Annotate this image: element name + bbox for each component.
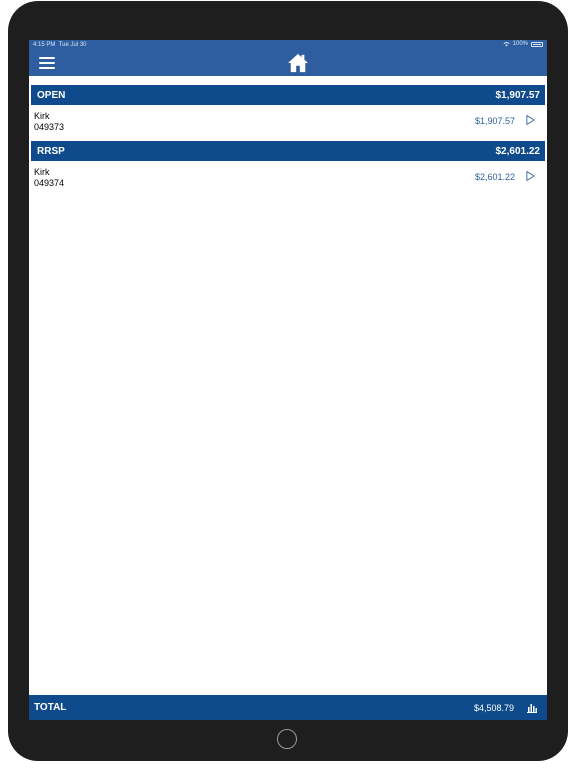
account-holder: Kirk: [34, 111, 50, 121]
app-screen: 4:15 PM Tue Jul 30 100% OPEN $1,907.57 K…: [29, 40, 547, 720]
battery-icon: [531, 41, 543, 47]
device-home-button[interactable]: [277, 729, 297, 749]
account-amount: $2,601.22: [474, 172, 515, 182]
battery-percent: 100%: [512, 41, 528, 47]
account-amount: $1,907.57: [474, 116, 515, 126]
account-number: 049373: [34, 122, 65, 132]
section-title: OPEN: [37, 90, 66, 101]
bar-chart-icon[interactable]: [526, 701, 538, 713]
chevron-right-icon[interactable]: [526, 170, 535, 182]
section-total: $1,907.57: [495, 90, 541, 101]
account-number: 049374: [34, 178, 65, 188]
wifi-icon: [503, 42, 510, 47]
total-bar: TOTAL $4,508.79: [29, 695, 547, 720]
nav-bar: [29, 50, 547, 76]
account-holder: Kirk: [34, 167, 50, 177]
total-value: $4,508.79: [473, 703, 514, 713]
account-row-049373[interactable]: Kirk 049373 $1,907.57: [31, 106, 545, 136]
status-time: 4:15 PM: [33, 42, 56, 48]
menu-icon: [39, 57, 55, 59]
total-label: TOTAL: [34, 702, 67, 713]
menu-button[interactable]: [39, 56, 55, 70]
chevron-right-icon[interactable]: [526, 114, 535, 126]
account-row-049374[interactable]: Kirk 049374 $2,601.22: [31, 162, 545, 192]
section-title: RRSP: [37, 146, 65, 157]
home-icon[interactable]: [287, 53, 309, 73]
section-total: $2,601.22: [495, 146, 541, 157]
status-bar: 4:15 PM Tue Jul 30 100%: [29, 40, 547, 50]
section-header-rrsp: RRSP $2,601.22: [31, 141, 545, 161]
status-date: Tue Jul 30: [58, 42, 87, 48]
section-header-open: OPEN $1,907.57: [31, 85, 545, 105]
